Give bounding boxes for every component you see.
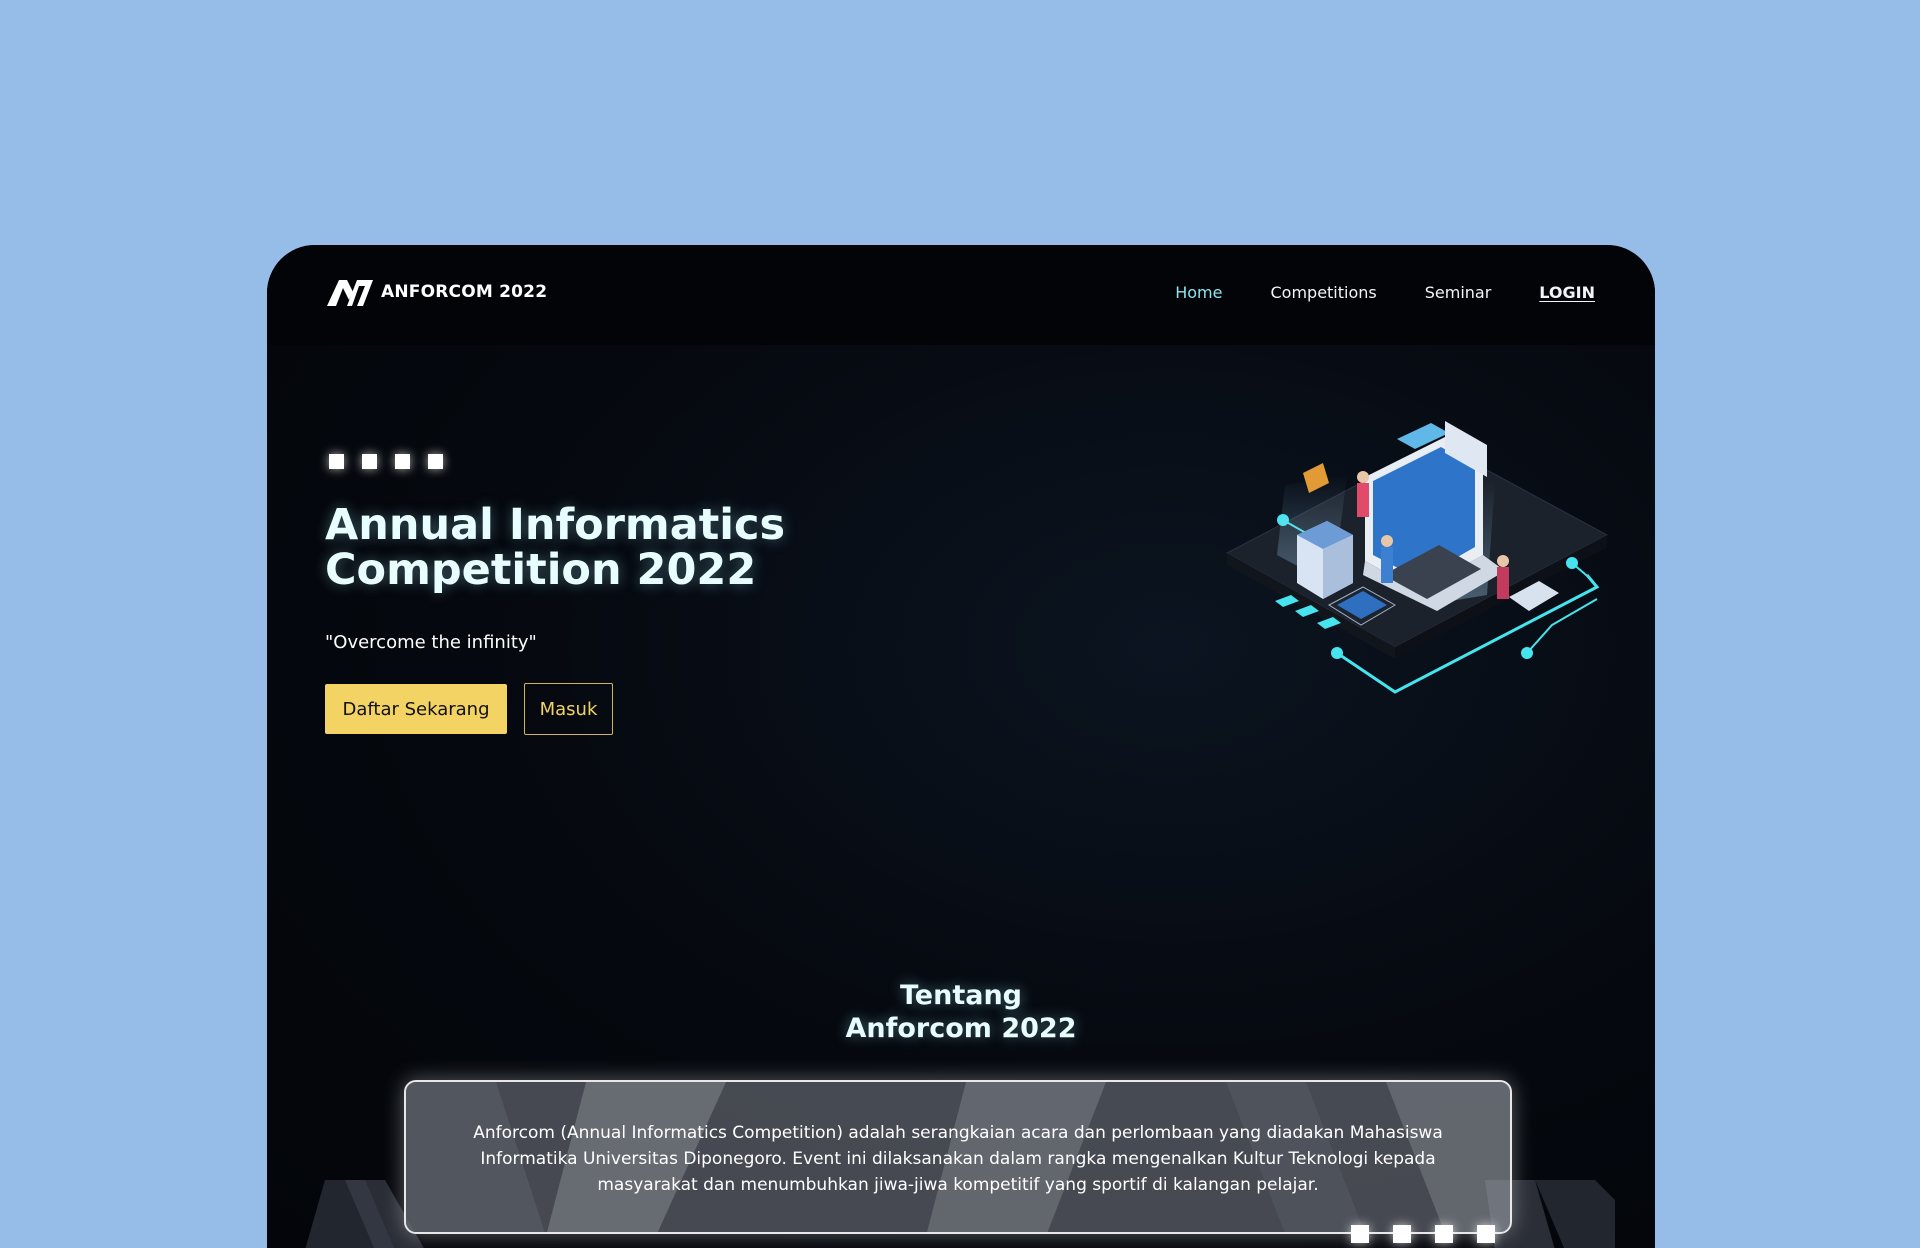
hero-tagline: "Overcome the infinity"	[325, 632, 537, 653]
brand[interactable]: ANFORCOM 2022	[327, 278, 547, 306]
square-dot	[395, 454, 410, 469]
about-title-line2: Anforcom 2022	[845, 1013, 1077, 1044]
register-now-button[interactable]: Daftar Sekarang	[325, 684, 507, 734]
about-decorative-dots	[1351, 1225, 1495, 1243]
about-title-line1: Tentang	[899, 980, 1023, 1011]
square-dot	[1477, 1225, 1495, 1243]
nav-login-link[interactable]: LOGIN	[1539, 283, 1595, 302]
hero-title-line1: Annual Informatics	[325, 500, 786, 550]
navbar: ANFORCOM 2022 Home Competitions Seminar …	[267, 245, 1655, 345]
square-dot	[362, 454, 377, 469]
hero-title-line2: Competition 2022	[325, 545, 757, 595]
anforcom-logo-icon	[327, 280, 373, 306]
landing-page-frame: ANFORCOM 2022 Home Competitions Seminar …	[267, 245, 1655, 1248]
about-description-text: Anforcom (Annual Informatics Competition…	[473, 1123, 1443, 1195]
square-dot	[1393, 1225, 1411, 1243]
nav-competitions-link[interactable]: Competitions	[1270, 283, 1376, 302]
sign-in-button[interactable]: Masuk	[524, 683, 613, 735]
square-dot	[1435, 1225, 1453, 1243]
nav-home-link[interactable]: Home	[1175, 283, 1222, 302]
about-description-card: Anforcom (Annual Informatics Competition…	[404, 1080, 1512, 1234]
about-title: Tentang Anforcom 2022	[267, 979, 1655, 1045]
nav-seminar-link[interactable]: Seminar	[1425, 283, 1492, 302]
brand-name: ANFORCOM 2022	[381, 282, 548, 302]
hero-decorative-dots	[329, 454, 443, 469]
square-dot	[428, 454, 443, 469]
square-dot	[329, 454, 344, 469]
nav-menu: Home Competitions Seminar LOGIN	[1175, 283, 1595, 302]
square-dot	[1351, 1225, 1369, 1243]
isometric-tech-illustration	[1225, 421, 1609, 694]
hero-title: Annual Informatics Competition 2022	[325, 503, 785, 593]
